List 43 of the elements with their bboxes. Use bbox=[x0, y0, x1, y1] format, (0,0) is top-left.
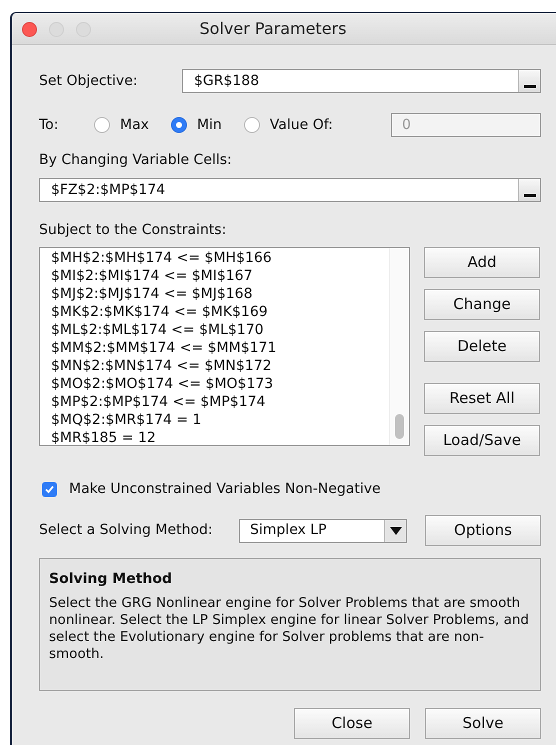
dialog-button[interactable]: Reset All bbox=[424, 383, 540, 414]
constraint-item[interactable]: $MI$2:$MI$174 <= $MI$167 bbox=[51, 267, 389, 285]
constraints-list[interactable] bbox=[39, 247, 410, 446]
field-label: By Changing Variable Cells: bbox=[39, 151, 233, 170]
dialog-button[interactable]: Solve bbox=[425, 708, 541, 739]
description-title: Solving Method bbox=[49, 570, 174, 589]
constraint-item[interactable]: $MJ$2:$MJ$174 <= $MJ$168 bbox=[51, 285, 389, 303]
method-dropdown[interactable]: Simplex LP bbox=[239, 518, 407, 542]
constraint-item[interactable]: $MO$2:$MO$174 <= $MO$173 bbox=[51, 375, 389, 393]
constraint-item[interactable]: $MH$2:$MH$174 <= $MH$166 bbox=[51, 249, 389, 267]
radio-option[interactable]: Max bbox=[94, 114, 149, 136]
objective-field[interactable]: $GR$188 bbox=[182, 69, 541, 93]
constraint-item[interactable]: $MN$2:$MN$174 <= $MN$172 bbox=[51, 357, 389, 375]
constraint-item[interactable]: $MQ$2:$MR$174 = 1 bbox=[51, 411, 389, 429]
dialog-button[interactable]: Load/Save bbox=[424, 425, 540, 456]
dialog-button[interactable]: Change bbox=[424, 289, 540, 320]
minimize-icon bbox=[49, 22, 64, 37]
constraint-item[interactable]: $MM$2:$MM$174 <= $MM$171 bbox=[51, 339, 389, 357]
dialog-button[interactable]: Delete bbox=[424, 331, 540, 362]
checkmark-icon bbox=[44, 484, 55, 495]
non-negative-checkbox[interactable]: Make Unconstrained Variables Non-Negative bbox=[42, 479, 541, 500]
field-label: Subject to the Constraints: bbox=[39, 221, 228, 240]
constraint-item[interactable]: $MK$2:$MK$174 <= $MK$169 bbox=[51, 303, 389, 321]
field-label: Select a Solving Method: bbox=[39, 521, 214, 540]
scrollbar[interactable] bbox=[389, 248, 409, 445]
constraint-item[interactable]: $ML$2:$ML$174 <= $ML$170 bbox=[51, 321, 389, 339]
description-text: Select the GRG Nonlinear engine for Solver Problems that are smooth nonlinear. Select the LP Simplex engine for linear Solver Problems, and select the Evolutionary engine for Solver problems that are non-smooth. bbox=[49, 595, 530, 663]
dropdown-arrow-icon bbox=[390, 526, 402, 534]
variable-cells-field[interactable]: $FZ$2:$MP$174 bbox=[39, 178, 541, 202]
radio-option[interactable]: Min bbox=[170, 114, 222, 136]
field-label: To: bbox=[39, 116, 60, 134]
dialog-button[interactable]: Options bbox=[425, 515, 541, 546]
constraint-item[interactable]: $MP$2:$MP$174 <= $MP$174 bbox=[51, 393, 389, 411]
field-label: Set Objective: bbox=[39, 72, 139, 90]
range-picker-button[interactable] bbox=[518, 70, 540, 92]
close-icon[interactable] bbox=[22, 22, 37, 37]
window-title: Solver Parameters bbox=[200, 18, 346, 40]
radio-option[interactable]: Value Of: bbox=[244, 114, 333, 136]
constraint-item[interactable]: $MR$185 = 12 bbox=[51, 429, 389, 445]
zoom-icon bbox=[76, 22, 91, 37]
dialog-button[interactable]: Add bbox=[424, 247, 540, 278]
range-picker-button[interactable] bbox=[518, 179, 540, 201]
dialog-button[interactable]: Close bbox=[294, 708, 410, 739]
